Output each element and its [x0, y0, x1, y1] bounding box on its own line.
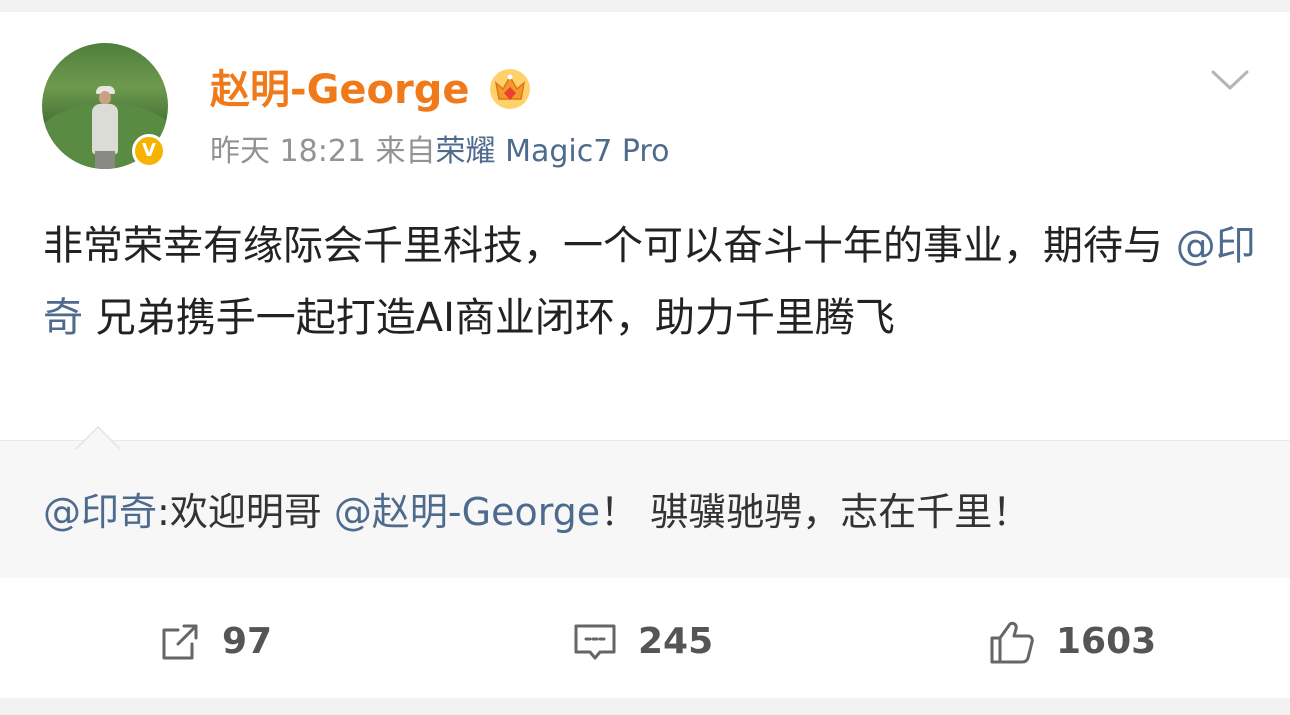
- crown-icon[interactable]: [488, 67, 532, 111]
- like-count: 1603: [1056, 621, 1157, 662]
- avatar-body: [92, 104, 118, 154]
- avatar-head: [99, 91, 111, 105]
- repost-text-1: :欢迎明哥: [157, 490, 334, 534]
- post-body: 非常荣幸有缘际会千里科技，一个可以奋斗十年的事业，期待与 @印奇 兄弟携手一起打…: [43, 210, 1258, 354]
- repost-notch: [76, 428, 120, 450]
- post-body-text-2: 兄弟携手一起打造AI商业闭环，助力千里腾飞: [83, 295, 895, 341]
- post-source-device[interactable]: 荣耀 Magic7 Pro: [436, 134, 670, 169]
- like-button[interactable]: 1603: [988, 617, 1156, 667]
- repost-mention-1[interactable]: @印奇: [43, 490, 157, 534]
- repost-mention-2[interactable]: @赵明-George: [334, 490, 600, 534]
- repost-button[interactable]: 97: [158, 617, 272, 667]
- repost-icon: [162, 624, 198, 660]
- thumbs-up-icon: [990, 621, 1034, 664]
- post-body-text-1: 非常荣幸有缘际会千里科技，一个可以奋斗十年的事业，期待与: [43, 223, 1176, 269]
- chevron-down-icon[interactable]: [1210, 64, 1250, 94]
- post-source-prefix: 来自: [375, 134, 436, 169]
- avatar-legs: [95, 151, 115, 169]
- comment-icon: [574, 624, 616, 660]
- verified-v-icon: V: [132, 134, 166, 168]
- comment-button[interactable]: 245: [572, 617, 713, 667]
- post-meta: 昨天 18:21 来自荣耀 Magic7 Pro: [210, 132, 669, 172]
- repost-count: 97: [222, 621, 273, 662]
- post-time: 昨天 18:21: [210, 134, 366, 169]
- repost-text-2: ！ 骐骥驰骋，志在千里！: [600, 490, 1031, 534]
- repost-text: @印奇:欢迎明哥 @赵明-George！ 骐骥驰骋，志在千里！: [43, 486, 1030, 538]
- author-name[interactable]: 赵明-George: [210, 66, 470, 114]
- action-bar: 97 245 1603: [0, 588, 1290, 698]
- comment-count: 245: [638, 621, 714, 662]
